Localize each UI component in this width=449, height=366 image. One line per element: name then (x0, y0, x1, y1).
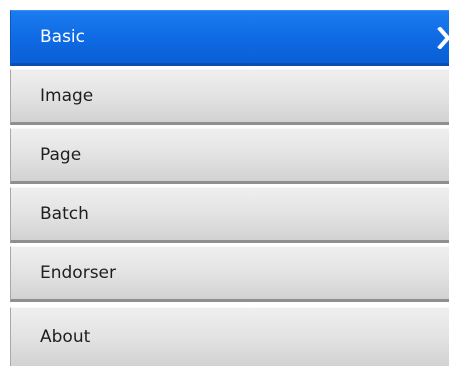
nav-item-label: Batch (40, 204, 89, 224)
nav-item-label: About (40, 327, 91, 347)
nav-item-batch[interactable]: Batch (10, 187, 449, 243)
nav-item-page[interactable]: Page (10, 128, 449, 184)
nav-item-label: Basic (40, 27, 86, 47)
nav-item-label: Image (40, 86, 94, 106)
settings-nav-list: Basic Image Page Batch Endorser About (10, 10, 449, 366)
nav-item-about[interactable]: About (10, 307, 449, 366)
nav-item-basic[interactable]: Basic (10, 10, 449, 66)
nav-item-endorser[interactable]: Endorser (10, 246, 449, 302)
settings-nav-panel: Basic Image Page Batch Endorser About (10, 10, 449, 366)
chevron-right-icon (437, 27, 449, 49)
nav-item-label: Page (40, 145, 82, 165)
nav-item-label: Endorser (40, 263, 117, 283)
nav-item-image[interactable]: Image (10, 69, 449, 125)
